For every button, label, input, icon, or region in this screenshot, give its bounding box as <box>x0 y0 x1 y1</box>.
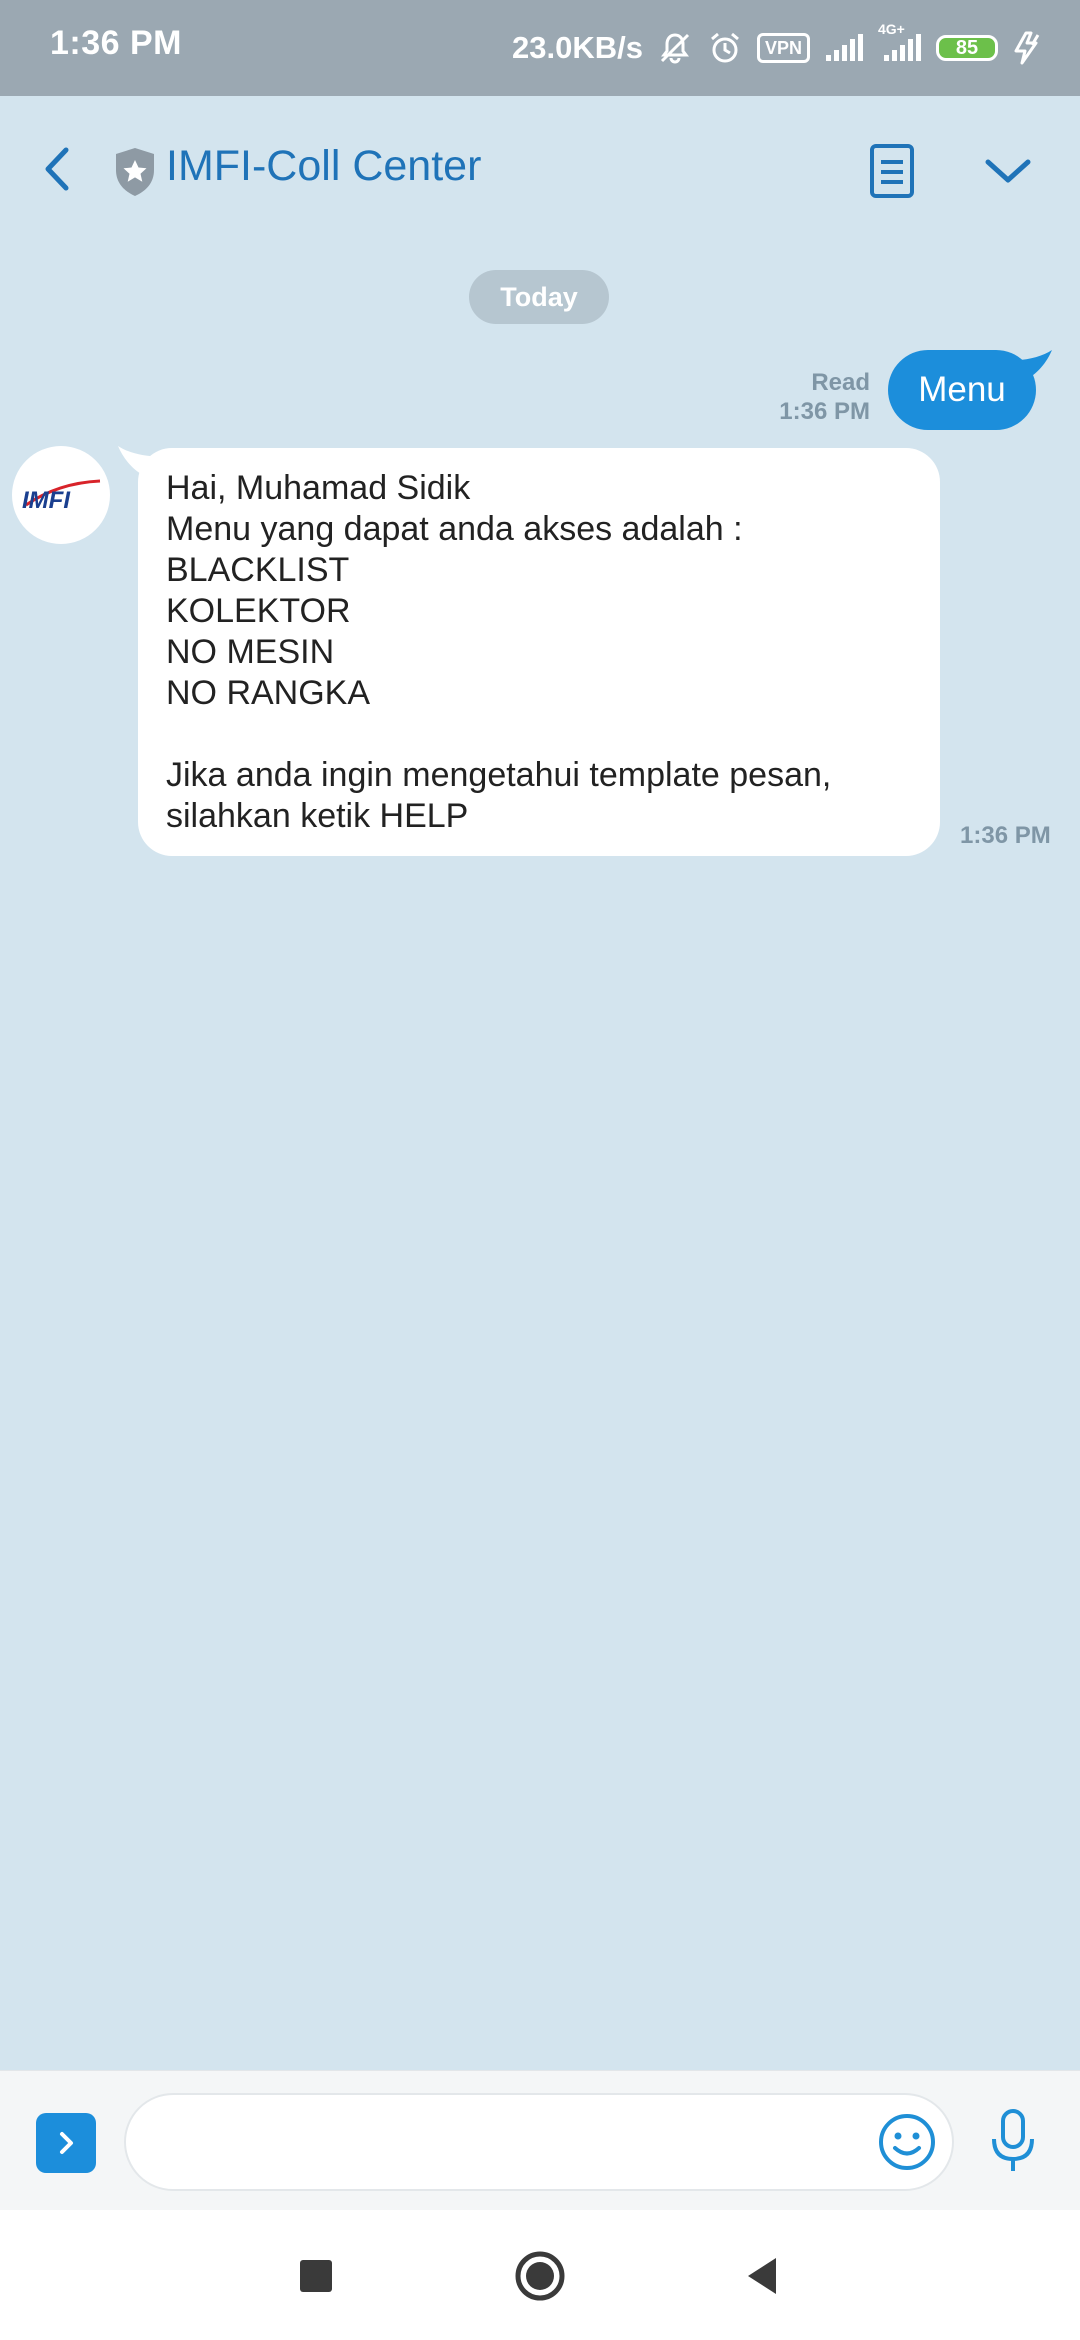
message-line: KOLEKTOR <box>166 592 351 630</box>
message-line: NO RANGKA <box>166 674 371 712</box>
imfi-logo: IMFI <box>22 479 101 514</box>
status-icons: 23.0KB/s VPN 4G+ 85 <box>512 18 1044 78</box>
message-input-bar <box>0 2070 1080 2211</box>
message-line: NO MESIN <box>166 633 335 671</box>
read-receipt: Read <box>811 369 870 396</box>
microphone-icon <box>992 2109 1034 2171</box>
chevron-down-icon <box>985 159 1031 183</box>
incoming-message-bubble[interactable]: Hai, Muhamad Sidik Menu yang dapat anda … <box>138 448 940 856</box>
vpn-icon: VPN <box>756 33 810 63</box>
outgoing-meta: Read 1:36 PM <box>779 368 870 426</box>
home-circle-icon <box>515 2251 565 2301</box>
date-divider: Today <box>469 270 609 324</box>
status-time: 1:36 PM <box>50 24 182 62</box>
message-input[interactable] <box>124 2093 954 2191</box>
chat-title: IMFI-Coll Center <box>166 142 482 190</box>
emoji-icon <box>879 2114 935 2170</box>
recents-square-icon <box>300 2260 332 2292</box>
battery-icon: 85 <box>936 35 998 61</box>
home-button[interactable] <box>510 2246 570 2306</box>
message-line: Hai, Muhamad Sidik <box>166 469 471 507</box>
avatar-text: IMFI <box>22 487 71 514</box>
message-line: silahkan ketik HELP <box>166 797 469 835</box>
system-nav-bar <box>0 2210 1080 2340</box>
back-triangle-icon <box>748 2258 776 2294</box>
microphone-button[interactable] <box>986 2107 1040 2177</box>
back-nav-button[interactable] <box>734 2246 794 2306</box>
notes-icon <box>870 144 914 198</box>
signal-4g-icon: 4G+ <box>878 21 922 63</box>
back-button[interactable] <box>28 136 84 202</box>
notes-button[interactable] <box>862 138 922 204</box>
mute-icon <box>657 30 693 66</box>
more-menu-button[interactable] <box>978 146 1038 196</box>
network-type-label: 4G+ <box>878 21 905 37</box>
back-arrow-icon <box>45 147 69 191</box>
chat-header: IMFI-Coll Center <box>0 96 1080 246</box>
message-line: Jika anda ingin mengetahui template pesa… <box>166 756 832 794</box>
message-line <box>166 714 912 755</box>
recents-button[interactable] <box>286 2246 346 2306</box>
alarm-icon <box>707 30 743 66</box>
signal-icon <box>824 33 864 63</box>
avatar[interactable]: IMFI <box>12 446 110 544</box>
message-line: Menu yang dapat anda akses adalah : <box>166 510 743 548</box>
message-line: BLACKLIST <box>166 551 350 589</box>
net-speed: 23.0KB/s <box>512 30 643 65</box>
expand-chevron-icon <box>60 2132 73 2154</box>
outgoing-message-bubble[interactable]: Menu <box>888 350 1036 430</box>
charging-icon <box>1012 31 1044 65</box>
shield-star-icon <box>116 148 154 196</box>
emoji-button[interactable] <box>876 2111 938 2173</box>
incoming-time: 1:36 PM <box>960 822 1051 849</box>
status-bar: 1:36 PM 23.0KB/s VPN 4G+ 85 <box>0 0 1080 96</box>
expand-menu-button[interactable] <box>36 2113 96 2173</box>
outgoing-time: 1:36 PM <box>779 398 870 425</box>
